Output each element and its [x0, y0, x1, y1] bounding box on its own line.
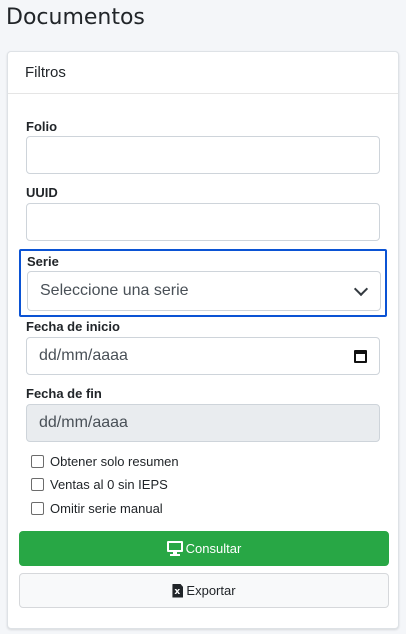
fecha-fin-value: dd/mm/aaaa [39, 414, 128, 431]
fecha-fin-label: Fecha de fin [26, 386, 102, 401]
folio-label: Folio [26, 119, 58, 134]
ieps-checkbox-label[interactable]: Ventas al 0 sin IEPS [50, 477, 168, 492]
excel-file-icon: x [172, 583, 184, 598]
uuid-label: UUID [26, 185, 58, 200]
calendar-icon[interactable] [354, 349, 367, 363]
serie-selected-value: Seleccione una serie [40, 282, 189, 299]
exportar-button[interactable]: x Exportar [19, 573, 389, 608]
filters-card: Filtros Folio UUID Serie Seleccione una … [7, 51, 399, 629]
monitor-icon [166, 541, 183, 556]
serie-field-highlight: Serie Seleccione una serie [19, 249, 387, 317]
exportar-label: Exportar [186, 583, 236, 598]
fecha-inicio-input[interactable]: dd/mm/aaaa [26, 337, 380, 375]
resumen-checkbox-label[interactable]: Obtener solo resumen [50, 454, 179, 469]
checkbox-row-resumen[interactable]: Obtener solo resumen [31, 454, 179, 469]
ieps-checkbox[interactable] [31, 478, 44, 491]
resumen-checkbox[interactable] [31, 455, 44, 468]
chevron-down-icon [353, 281, 369, 296]
serie-manual-checkbox[interactable] [31, 502, 44, 515]
serie-label: Serie [27, 254, 59, 269]
serie-manual-checkbox-label[interactable]: Omitir serie manual [50, 501, 163, 516]
folio-input[interactable] [26, 136, 380, 174]
checkbox-row-ieps[interactable]: Ventas al 0 sin IEPS [31, 477, 168, 492]
fecha-inicio-label: Fecha de inicio [26, 319, 120, 334]
consultar-button[interactable]: Consultar [19, 531, 389, 566]
uuid-input[interactable] [26, 203, 380, 241]
consultar-label: Consultar [185, 541, 242, 556]
checkbox-row-serie-manual[interactable]: Omitir serie manual [31, 501, 163, 516]
fecha-fin-input: dd/mm/aaaa [26, 404, 380, 442]
page-title: Documentos [6, 5, 145, 30]
serie-select[interactable]: Seleccione una serie [27, 271, 381, 311]
fecha-inicio-value: dd/mm/aaaa [39, 347, 128, 364]
card-header: Filtros [8, 52, 398, 94]
